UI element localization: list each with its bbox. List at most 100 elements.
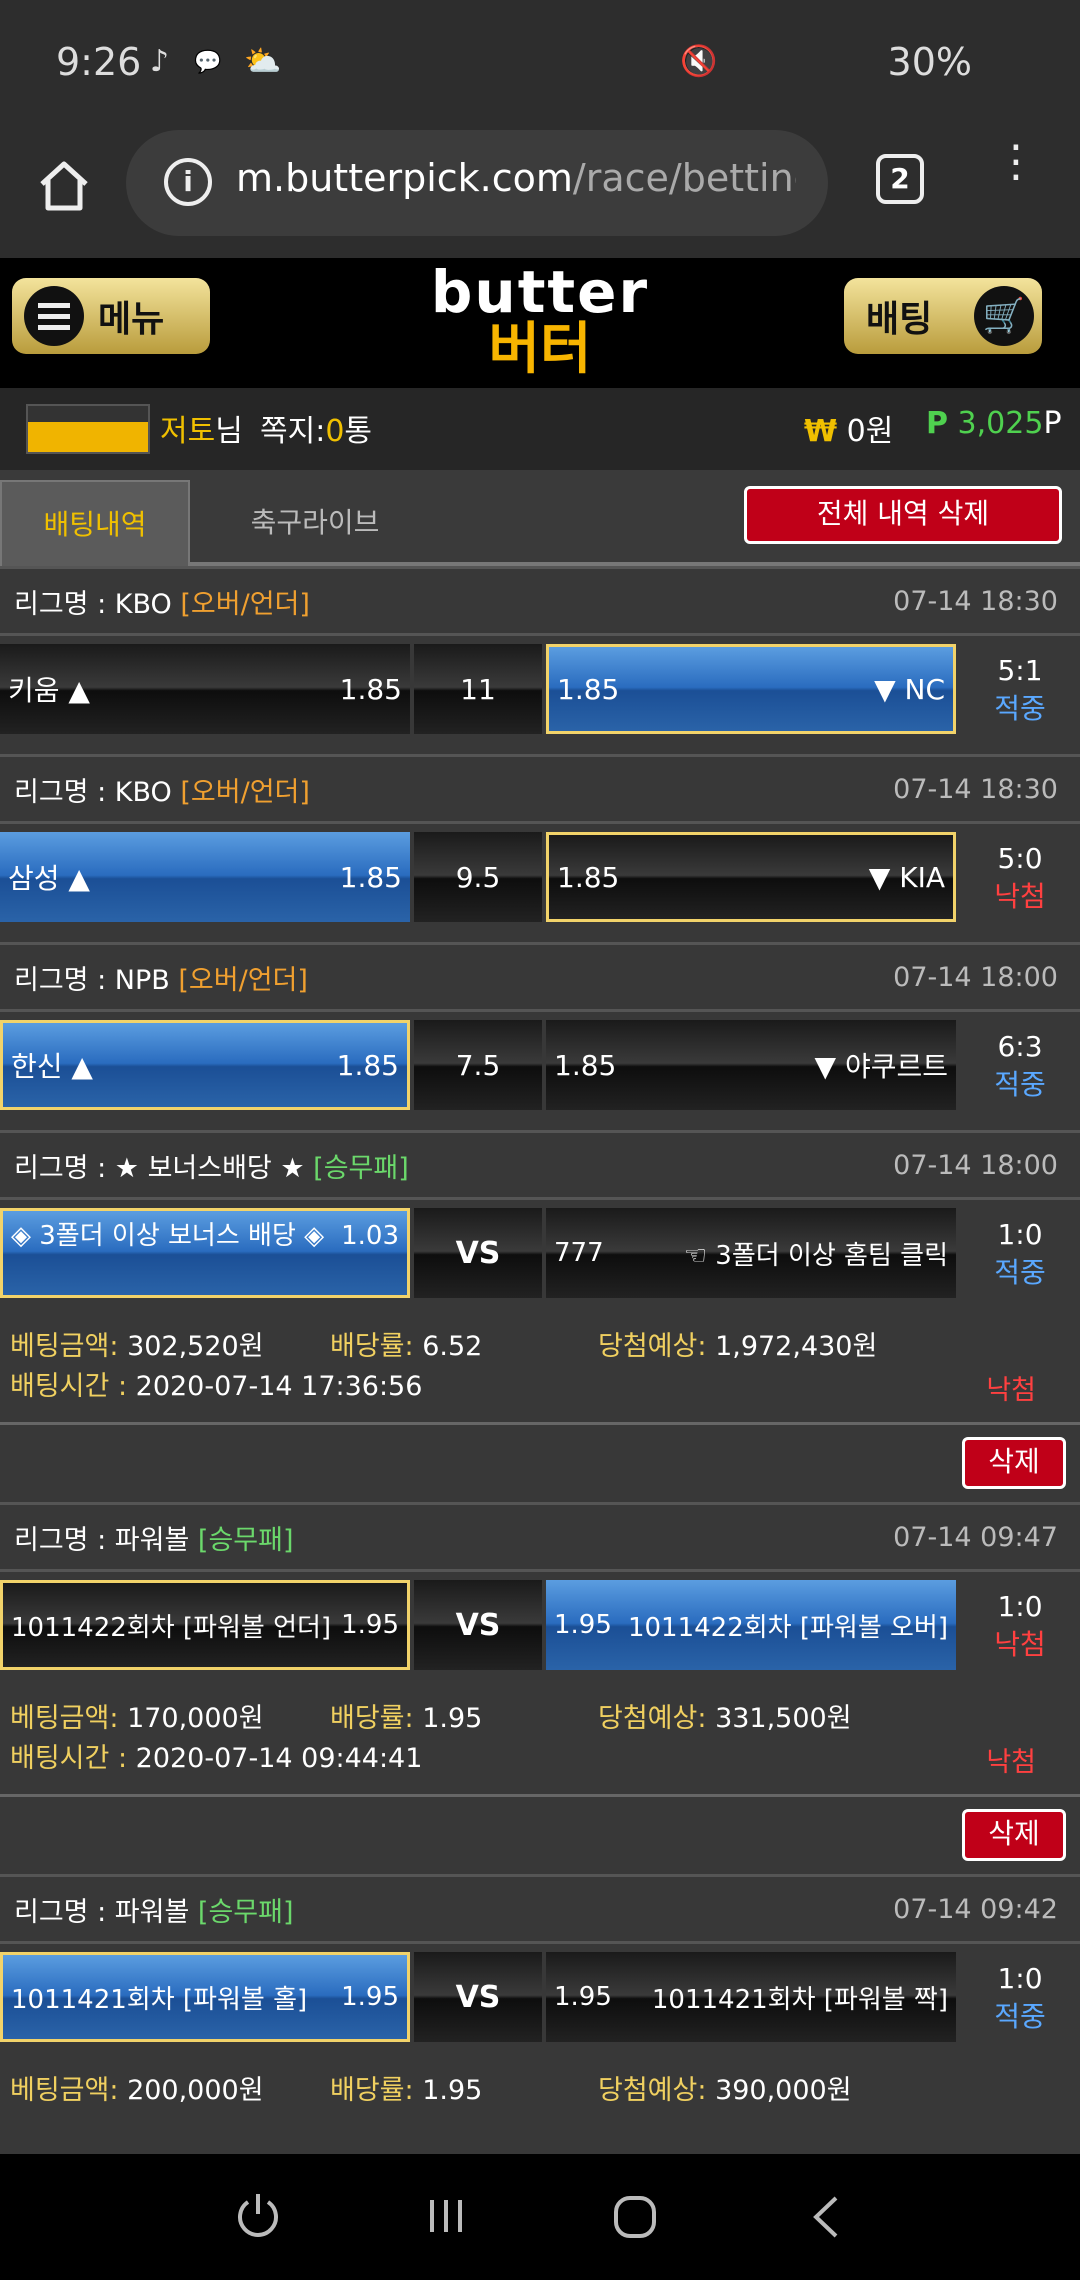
messages-link[interactable]: 쪽지:0통 bbox=[260, 406, 372, 450]
tab-soccer-live[interactable]: 축구라이브 bbox=[220, 480, 410, 566]
messages-unit: 통 bbox=[344, 414, 373, 449]
home-team: ◈ 3폴더 이상 보너스 배당 ◈ bbox=[11, 1221, 325, 1251]
away-pick[interactable]: 1.85 ▼ KIA bbox=[546, 832, 956, 922]
game-row: 삼성 ▲ 1.85 9.5 1.85 ▼ KIA 5:0 낙첨 bbox=[0, 824, 1080, 942]
home-pick[interactable]: ◈ 3폴더 이상 보너스 배당 ◈ 1.03 bbox=[0, 1208, 410, 1298]
result-status: 낙첨 bbox=[994, 1628, 1046, 1661]
score: 6:3 bbox=[997, 1030, 1043, 1063]
away-team: ☜ 3폴더 이상 홈팀 클릭 bbox=[683, 1240, 948, 1271]
bet-time-value: 2020-07-14 17:36:56 bbox=[135, 1371, 423, 1402]
bet-amount-value: 200,000원 bbox=[127, 2075, 264, 2106]
tab-switcher-button[interactable]: 2 bbox=[876, 154, 924, 204]
expected-win: 당첨예상: 1,972,430원 bbox=[598, 1324, 877, 1363]
slip-result: 낙첨 bbox=[986, 1747, 1036, 1778]
logo-korean: 버터 bbox=[488, 317, 592, 382]
home-team: 1011421회차 [파워볼 홀] bbox=[11, 1984, 308, 2015]
betting-cart-button[interactable]: 배팅 🛒 bbox=[844, 278, 1042, 354]
away-odds: 1.85 bbox=[557, 672, 620, 706]
home-pick[interactable]: 키움 ▲ 1.85 bbox=[0, 644, 410, 734]
home-nav-icon[interactable] bbox=[610, 2192, 660, 2242]
home-odds: 1.95 bbox=[341, 1982, 399, 2012]
mute-icon: 🔇 bbox=[680, 44, 718, 79]
slip-result: 낙첨 bbox=[986, 1375, 1036, 1406]
home-pick[interactable]: 1011421회차 [파워볼 홀] 1.95 bbox=[0, 1952, 410, 2042]
back-icon[interactable] bbox=[806, 2194, 846, 2240]
league-name: 리그명 : 파워볼 bbox=[14, 1524, 190, 1556]
score: 1:0 bbox=[997, 1590, 1043, 1623]
game-result: 1:0 적중 bbox=[960, 1208, 1080, 1298]
expected-win-label: 당첨예상: bbox=[598, 2075, 707, 2106]
delete-button[interactable]: 삭제 bbox=[962, 1437, 1066, 1489]
home-pick[interactable]: 삼성 ▲ 1.85 bbox=[0, 832, 410, 922]
expected-win-value: 331,500원 bbox=[715, 1703, 852, 1734]
bet-rate-label: 배당률: bbox=[330, 1331, 414, 1362]
delete-button[interactable]: 삭제 bbox=[962, 1809, 1066, 1861]
game-row: 키움 ▲ 1.85 11 1.85 ▼ NC 5:1 적중 bbox=[0, 636, 1080, 754]
home-team: 삼성 ▲ bbox=[8, 862, 90, 895]
power-icon[interactable] bbox=[232, 2190, 284, 2242]
bet-slip-summary: 베팅금액: 200,000원 배당률: 1.95 당첨예상: 390,000원 bbox=[0, 2062, 1080, 2154]
league-header: 리그명 : 파워볼 [승무패] 07-14 09:42 bbox=[0, 1874, 1080, 1944]
vs-label: VS bbox=[414, 1208, 542, 1298]
league-header: 리그명 : KBO [오버/언더] 07-14 18:30 bbox=[0, 566, 1080, 636]
away-pick[interactable]: 777 ☜ 3폴더 이상 홈팀 클릭 bbox=[546, 1208, 956, 1298]
site-logo[interactable]: butter 버터 bbox=[424, 263, 656, 384]
home-odds: 1.85 bbox=[339, 860, 402, 894]
info-icon[interactable]: i bbox=[164, 158, 212, 206]
address-bar[interactable]: i m.butterpick.com/race/betting bbox=[126, 130, 828, 236]
points-unit: P bbox=[1043, 406, 1062, 441]
score: 5:1 bbox=[997, 654, 1043, 687]
url-path: /race/betting bbox=[572, 156, 796, 200]
league-header: 리그명 : NPB [오버/언더] 07-14 18:00 bbox=[0, 942, 1080, 1012]
home-icon[interactable] bbox=[34, 156, 94, 216]
bet-rate: 배당률: 6.52 bbox=[330, 1324, 482, 1363]
home-pick[interactable]: 한신 ▲ 1.85 bbox=[0, 1020, 410, 1110]
away-odds: 1.85 bbox=[557, 860, 620, 894]
bet-slip-summary: 베팅금액: 170,000원 배당률: 1.95 당첨예상: 331,500원 … bbox=[0, 1690, 1080, 1794]
recents-icon[interactable] bbox=[424, 2194, 468, 2238]
bet-time-value: 2020-07-14 09:44:41 bbox=[135, 1743, 423, 1774]
handicap-value: 7.5 bbox=[414, 1020, 542, 1110]
game-row: 1011421회차 [파워볼 홀] 1.95 VS 1.95 1011421회차 [… bbox=[0, 1944, 1080, 2062]
avatar bbox=[26, 404, 150, 454]
bet-type: [오버/언더] bbox=[180, 776, 310, 808]
home-pick[interactable]: 1011422회차 [파워볼 언더] 1.95 bbox=[0, 1580, 410, 1670]
result-status: 낙첨 bbox=[994, 880, 1046, 913]
points-icon: P bbox=[926, 406, 948, 441]
score: 1:0 bbox=[997, 1218, 1043, 1251]
away-pick[interactable]: 1.95 1011422회차 [파워볼 오버] bbox=[546, 1580, 956, 1670]
hamburger-icon bbox=[24, 286, 84, 346]
system-nav-bar bbox=[0, 2154, 1080, 2280]
game-date: 07-14 18:00 bbox=[893, 961, 1058, 993]
menu-button[interactable]: 메뉴 bbox=[12, 278, 210, 354]
bet-rate: 배당률: 1.95 bbox=[330, 1696, 482, 1735]
away-team: 1011422회차 [파워볼 오버] bbox=[627, 1612, 948, 1643]
delete-all-button[interactable]: 전체 내역 삭제 bbox=[744, 486, 1062, 544]
away-pick[interactable]: 1.95 1011421회차 [파워볼 짝] bbox=[546, 1952, 956, 2042]
bet-type: [승무패] bbox=[197, 1524, 294, 1556]
result-status: 적중 bbox=[994, 1256, 1046, 1289]
expected-win-value: 1,972,430원 bbox=[715, 1331, 878, 1362]
result-status: 적중 bbox=[994, 692, 1046, 725]
bet-amount-value: 170,000원 bbox=[127, 1703, 264, 1734]
away-team: 1011421회차 [파워볼 짝] bbox=[651, 1984, 948, 2015]
away-pick[interactable]: 1.85 ▼ NC bbox=[546, 644, 956, 734]
bet-time-label: 배팅시간 : bbox=[10, 1371, 128, 1402]
bet-rate-label: 배당률: bbox=[330, 1703, 414, 1734]
tab-betting-history[interactable]: 배팅내역 bbox=[0, 480, 190, 566]
result-status: 적중 bbox=[994, 1068, 1046, 1101]
league-header: 리그명 : ★ 보너스배당 ★ [승무패] 07-14 18:00 bbox=[0, 1130, 1080, 1200]
game-row: 한신 ▲ 1.85 7.5 1.85 ▼ 야쿠르트 6:3 적중 bbox=[0, 1012, 1080, 1130]
game-row: ◈ 3폴더 이상 보너스 배당 ◈ 1.03 VS 777 ☜ 3폴더 이상 홈팀 … bbox=[0, 1200, 1080, 1318]
bet-amount-label: 베팅금액: bbox=[10, 2075, 119, 2106]
score: 5:0 bbox=[997, 842, 1043, 875]
expected-win-label: 당첨예상: bbox=[598, 1703, 707, 1734]
bet-time: 배팅시간 : 2020-07-14 17:36:56 bbox=[10, 1364, 422, 1403]
league-name: 리그명 : 파워볼 bbox=[14, 1896, 190, 1928]
bet-rate-value: 1.95 bbox=[422, 1703, 483, 1734]
bet-amount-value: 302,520원 bbox=[127, 1331, 264, 1362]
more-menu-icon[interactable]: ⋮ bbox=[994, 140, 1038, 212]
away-pick[interactable]: 1.85 ▼ 야쿠르트 bbox=[546, 1020, 956, 1110]
home-odds: 1.85 bbox=[339, 672, 402, 706]
url-text[interactable]: m.butterpick.com/race/betting bbox=[236, 156, 796, 200]
